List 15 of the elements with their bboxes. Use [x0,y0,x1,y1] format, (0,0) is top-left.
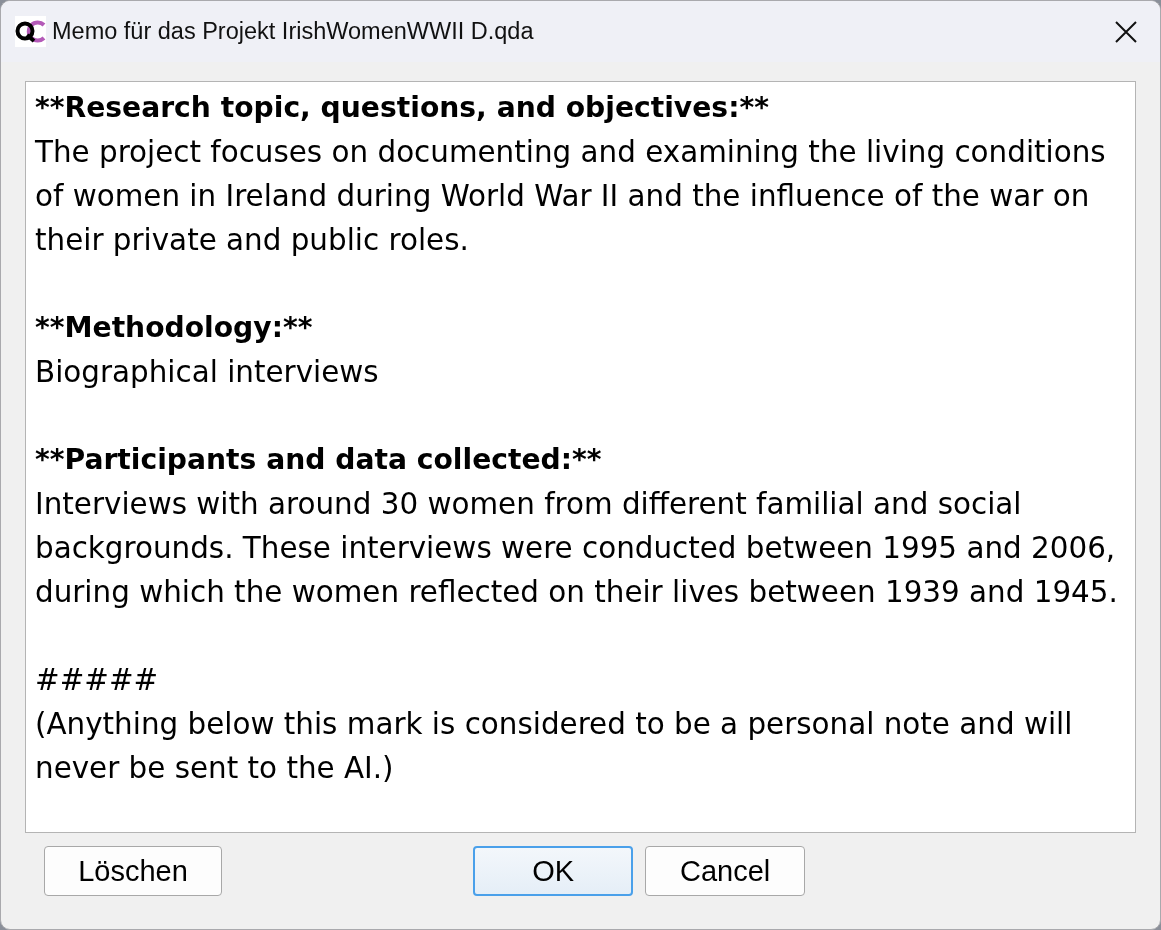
memo-heading: **Methodology:** [35,310,314,346]
window-title: Memo für das Projekt IrishWomenWWII D.qda [52,18,534,45]
dialog-button[interactable]: OK [473,846,634,896]
close-icon [1115,20,1137,43]
memo-text: Interviews with around 30 women from different familial and social backgrounds. These interviews were conducted between 1995 and 2006, during which the women reflected on their lives between 1939 and 1945. [35,486,1119,611]
memo-text-area[interactable] [25,81,1136,833]
memo-text: The project focuses on documenting and examining the living conditions of women in Ireland during World War II and the influence of the war on their private and public roles. [35,134,1107,259]
memo-heading: **Participants and data collected:** [35,442,603,478]
memo-text: ##### [35,662,160,699]
memo-text: Biographical interviews [35,354,380,391]
memo-heading: **Research topic, questions, and objectives:** [35,90,770,126]
dialog-button[interactable]: Löschen [44,846,222,896]
dialog-button[interactable]: Cancel [645,846,806,896]
memo-text: (Anything below this mark is considered to be a personal note and will never be sent to the AI.) [35,706,1074,787]
app-logo-icon [15,16,46,47]
